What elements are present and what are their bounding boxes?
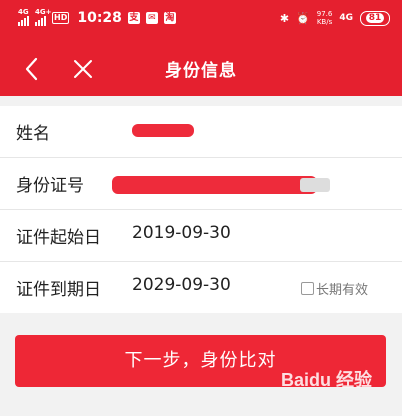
page-title: 身份信息 (165, 61, 237, 81)
net-type: 4G (339, 13, 353, 23)
name-label: 姓名 (16, 124, 50, 144)
nav-bar: 身份信息 (0, 42, 402, 96)
id-number-blur (300, 178, 330, 192)
alipay-icon: 支 (127, 12, 140, 24)
alarm-icon: ⏰ (296, 11, 310, 25)
id-number-row: 身份证号 (0, 158, 402, 210)
net-speed: 97.6 KB/s (317, 10, 333, 26)
end-date-value[interactable]: 2029-09-30 (132, 275, 231, 295)
start-date-row[interactable]: 证件起始日 2019-09-30 (0, 210, 402, 262)
status-left: 4G 4G+ HD 10:28 支 ✉ 淘 (18, 8, 176, 26)
long-term-label: 长期有效 (315, 283, 368, 298)
id-number-redaction (112, 176, 317, 194)
name-redaction (132, 124, 194, 137)
bluetooth-icon: ✱ (279, 11, 290, 25)
status-right: ✱ ⏰ 97.6 KB/s 4G 81 (280, 10, 390, 26)
name-row: 姓名 (0, 106, 402, 158)
taobao-icon: 淘 (163, 12, 176, 24)
signal-icon-2: 4G+ (35, 8, 51, 26)
end-date-label: 证件到期日 (16, 280, 101, 300)
battery-level: 81 (365, 13, 385, 23)
signal-type-2: 4G+ (35, 8, 52, 16)
net-speed-value: 97.6 (316, 10, 333, 18)
mail-icon: ✉ (145, 12, 158, 24)
end-date-row[interactable]: 证件到期日 2029-09-30 长期有效 (0, 262, 402, 313)
long-term-checkbox[interactable]: 长期有效 (300, 279, 368, 298)
baidu-watermark: Baidu 经验 (280, 370, 372, 390)
id-number-label: 身份证号 (16, 176, 84, 196)
signal-type-1: 4G (18, 8, 29, 16)
clock: 10:28 (77, 10, 122, 26)
checkbox-icon[interactable] (300, 282, 314, 295)
signal-icon: 4G (18, 8, 29, 26)
hd-badge: HD (52, 12, 70, 24)
net-speed-unit: KB/s (316, 18, 333, 26)
status-bar: 4G 4G+ HD 10:28 支 ✉ 淘 ✱ ⏰ 97.6 KB/s 4G 8… (0, 0, 402, 42)
start-date-label: 证件起始日 (16, 228, 101, 248)
identity-form: 姓名 身份证号 证件起始日 2019-09-30 证件到期日 2029-09-3… (0, 106, 402, 313)
battery-icon: 81 (360, 10, 390, 26)
start-date-value[interactable]: 2019-09-30 (132, 223, 231, 243)
